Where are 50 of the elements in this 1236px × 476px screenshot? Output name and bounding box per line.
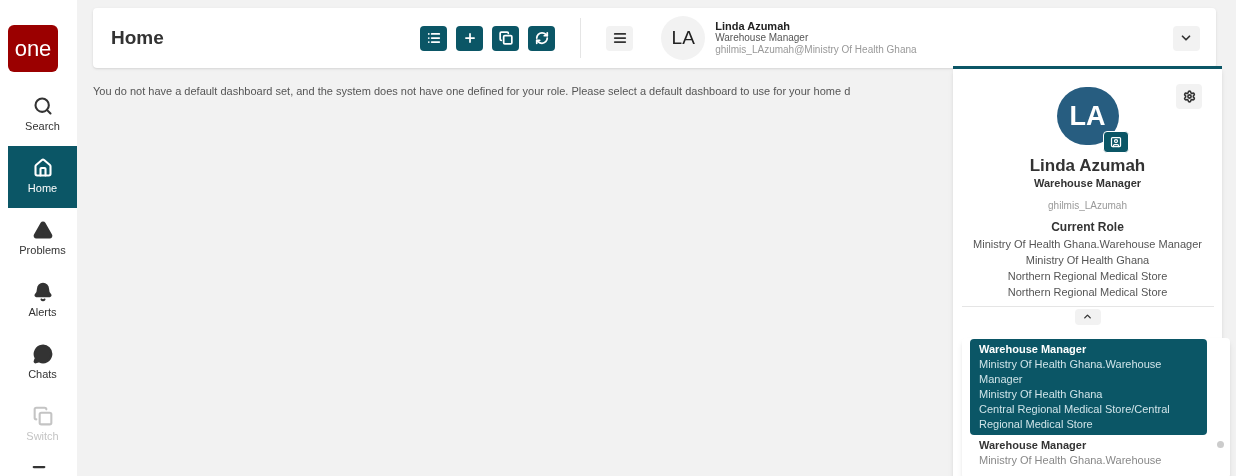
chevron-up-icon [1082, 311, 1093, 322]
stacked-windows-icon [32, 405, 53, 426]
current-role-heading: Current Role [1051, 218, 1124, 236]
refresh-button[interactable] [528, 25, 556, 51]
sidebar-item[interactable]: Chats [8, 332, 77, 394]
sidebar-item[interactable]: Alerts [8, 270, 77, 332]
collapse-button[interactable] [1074, 308, 1101, 325]
sidebar-item[interactable]: Search [8, 84, 77, 146]
sidebar-item[interactable]: Home [8, 146, 77, 208]
list-button[interactable] [420, 25, 448, 51]
role-option[interactable]: Warehouse Manager Ministry Of Health Ghana.Warehouse [970, 435, 1207, 471]
role-option[interactable]: Warehouse Manager Ministry Of Health Ghana.Warehouse Manager Ministry Of Health Ghana Central Regional Medical Store/Central Regional Medical Store [970, 339, 1207, 435]
profile-role: Warehouse Manager [1033, 176, 1142, 191]
logo[interactable]: one [8, 25, 58, 72]
current-role-line: Ministry Of Health Ghana.Warehouse Manager [973, 236, 1202, 252]
user-role: Warehouse Manager [715, 32, 810, 44]
bell-icon [32, 281, 53, 302]
profile-username: ghilmis_LAzumah [1048, 198, 1127, 213]
no-dashboard-message: You do not have a default dashboard set, and the system does not have one defined for your role. Please select a default dashboard to use for your home d [93, 84, 851, 99]
role-option-line: Ministry Of Health Ghana [979, 387, 1104, 402]
profile-name: Linda Azumah [1029, 157, 1146, 175]
refresh-icon [534, 31, 549, 45]
contact-badge-icon [1102, 131, 1129, 153]
copy-button[interactable] [492, 25, 520, 51]
page-title: Home [111, 25, 164, 50]
settings-icon [1182, 90, 1196, 103]
user-avatar[interactable]: LA [661, 16, 706, 60]
search-icon [32, 95, 53, 116]
current-role-line: Northern Regional Medical Store [1007, 268, 1168, 284]
user-name: Linda Azumah [715, 20, 791, 32]
user-login: ghilmis_LAzumah@Ministry Of Health Ghana [715, 44, 917, 56]
plus-icon [462, 31, 477, 45]
sidebar-item[interactable]: Problems [8, 208, 77, 270]
house-icon [32, 157, 53, 178]
menu-button[interactable] [606, 25, 634, 51]
settings-button[interactable] [1176, 84, 1202, 109]
list-icon [426, 31, 441, 45]
scrollbar-thumb[interactable] [1217, 441, 1224, 448]
role-option-line: Ministry Of Health Ghana.Warehouse [979, 453, 1163, 468]
copy-icon [498, 31, 513, 45]
warning-icon [32, 219, 53, 240]
role-option-title: Warehouse Manager [979, 438, 1088, 453]
role-option-line: Ministry Of Health Ghana.Warehouse Manager [979, 357, 1163, 387]
speech-bubble-icon [32, 343, 53, 364]
role-option-title: Warehouse Manager [979, 342, 1088, 357]
expand-button[interactable] [1173, 25, 1200, 51]
current-role-line: Northern Regional Medical Store [1007, 284, 1168, 300]
role-option-line: Central Regional Medical Store/Central Regional Medical Store [979, 402, 1171, 432]
plus-button[interactable] [456, 25, 484, 51]
current-role-line: Ministry Of Health Ghana [1025, 252, 1150, 268]
